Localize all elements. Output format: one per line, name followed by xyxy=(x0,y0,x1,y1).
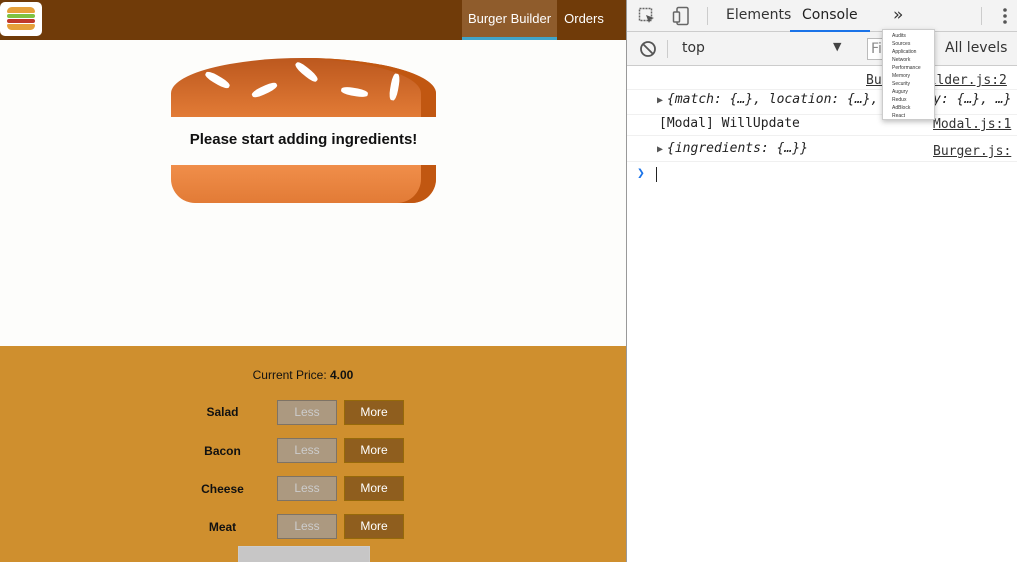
execution-context-select[interactable]: top xyxy=(682,40,705,56)
burger-bun-top xyxy=(171,58,436,117)
salad-more-button[interactable]: More xyxy=(344,400,404,425)
menu-item-application[interactable]: Application xyxy=(883,48,934,56)
sesame-seed xyxy=(250,80,279,100)
toolbar-divider xyxy=(981,7,982,25)
menu-item-augury[interactable]: Augury xyxy=(883,88,934,96)
menu-item-adblock[interactable]: AdBlock xyxy=(883,104,934,112)
bacon-label: Bacon xyxy=(204,444,241,458)
logo-lettuce xyxy=(7,14,35,18)
sesame-seed xyxy=(203,69,232,91)
salad-label: Salad xyxy=(206,405,239,419)
sesame-seed xyxy=(293,60,320,84)
menu-item-performance[interactable]: Performance xyxy=(883,64,934,72)
bacon-less-button[interactable]: Less xyxy=(277,438,337,463)
more-tabs-chevron-icon[interactable]: » xyxy=(893,0,903,32)
expand-triangle-icon[interactable]: ▶ xyxy=(657,144,663,155)
menu-item-redux[interactable]: Redux xyxy=(883,96,934,104)
menu-item-memory[interactable]: Memory xyxy=(883,72,934,80)
source-link[interactable]: Modal.js:1 xyxy=(933,116,1011,134)
toolbar-divider xyxy=(667,40,668,58)
source-link[interactable]: Burger.js: xyxy=(933,141,1011,161)
toolbar-divider xyxy=(707,7,708,25)
meat-label: Meat xyxy=(208,520,237,534)
tab-console[interactable]: Console xyxy=(790,0,870,32)
order-now-button[interactable] xyxy=(238,546,370,562)
log-levels-select[interactable]: All levels xyxy=(945,40,1007,56)
salad-less-button[interactable]: Less xyxy=(277,400,337,425)
meat-more-button[interactable]: More xyxy=(344,514,404,539)
logged-object[interactable]: {ingredients: {…}} xyxy=(667,141,808,156)
price-value: 4.00 xyxy=(330,368,354,382)
meat-less-button[interactable]: Less xyxy=(277,514,337,539)
build-controls: Current Price: 4.00 Salad Less More Baco… xyxy=(0,346,626,562)
cheese-less-button[interactable]: Less xyxy=(277,476,337,501)
console-message: [Modal] WillUpdate Modal.js:1 xyxy=(627,115,1017,136)
kebab-menu-icon[interactable] xyxy=(1002,7,1008,25)
burger-bun-bottom xyxy=(171,165,436,203)
menu-item-security[interactable]: Security xyxy=(883,80,934,88)
devtools-panel: Elements Console » top ▼ Filter All leve… xyxy=(626,0,1017,562)
console-filter-bar: top ▼ Filter All levels xyxy=(627,32,1017,66)
console-prompt-icon: ❯ xyxy=(637,166,645,181)
more-tabs-dropdown: Audits Sources Application Network Perfo… xyxy=(882,29,935,120)
logo-bun-top xyxy=(7,7,35,13)
devtools-tab-bar: Elements Console » xyxy=(627,0,1017,32)
logo-patty xyxy=(7,19,35,23)
menu-item-sources[interactable]: Sources xyxy=(883,40,934,48)
burger-logo[interactable] xyxy=(0,2,42,36)
menu-item-network[interactable]: Network xyxy=(883,56,934,64)
console-message: ▶ {ingredients: {…}} Burger.js: xyxy=(627,138,1017,162)
logged-object[interactable]: {match: {…}, location: {…}, history: {…}… xyxy=(667,92,1011,107)
console-message: ▶ {match: {…}, location: {…}, history: {…… xyxy=(627,91,1017,115)
console-message: BurgerBuilder.js:2 xyxy=(627,73,1017,90)
expand-triangle-icon[interactable]: ▶ xyxy=(657,95,663,106)
price-label: Current Price: xyxy=(252,368,327,382)
empty-burger-message: Please start adding ingredients! xyxy=(189,131,418,148)
toolbar: Burger Builder Orders xyxy=(0,0,626,40)
burger-app: Burger Builder Orders Please start addin… xyxy=(0,0,626,562)
sesame-seed xyxy=(340,85,369,99)
clear-console-icon[interactable] xyxy=(639,40,657,58)
cheese-label: Cheese xyxy=(201,482,244,496)
menu-item-react[interactable]: React xyxy=(883,112,934,120)
chevron-down-icon[interactable]: ▼ xyxy=(833,40,841,53)
inspect-element-icon[interactable] xyxy=(638,7,656,25)
sesame-seed xyxy=(388,73,401,101)
device-toolbar-icon[interactable] xyxy=(672,6,690,26)
console-input[interactable] xyxy=(656,167,657,182)
current-price: Current Price: 4.00 xyxy=(0,368,606,382)
bacon-more-button[interactable]: More xyxy=(344,438,404,463)
menu-item-audits[interactable]: Audits xyxy=(883,32,934,40)
log-text: [Modal] WillUpdate xyxy=(659,116,800,131)
tab-elements[interactable]: Elements xyxy=(726,0,791,32)
logo-bun-bottom xyxy=(7,24,35,30)
cheese-more-button[interactable]: More xyxy=(344,476,404,501)
nav-burger-builder[interactable]: Burger Builder xyxy=(462,0,557,40)
nav-orders[interactable]: Orders xyxy=(557,0,611,40)
